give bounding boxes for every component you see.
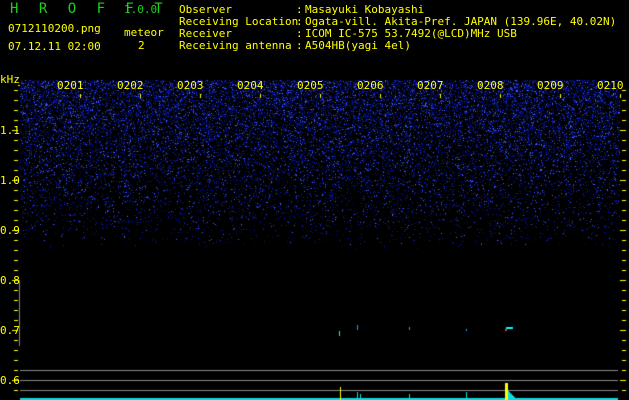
spectrogram (0, 0, 629, 400)
y-tick-label: 0.6 (0, 374, 20, 387)
info-value: A504HB(yagi 4el) (305, 39, 411, 52)
x-tick-label: 0203 (177, 79, 204, 92)
meteor-count: 2 (138, 39, 145, 52)
y-tick-label: 0.8 (0, 274, 20, 287)
y-axis-unit: kHz (0, 73, 20, 86)
info-colon: : (296, 39, 303, 52)
app-version: 1.0.0 (124, 3, 158, 16)
x-tick-label: 0209 (537, 79, 564, 92)
info-label: Receiving antenna (179, 39, 292, 52)
x-tick-label: 0204 (237, 79, 264, 92)
y-tick-label: 0.9 (0, 224, 20, 237)
meteor-label: meteor (124, 26, 164, 39)
x-tick-label: 0207 (417, 79, 444, 92)
y-tick-label: 1.1 (0, 124, 20, 137)
x-tick-label: 0202 (117, 79, 144, 92)
y-tick-label: 0.7 (0, 324, 20, 337)
y-tick-label: 1.0 (0, 174, 20, 187)
x-tick-label: 0205 (297, 79, 324, 92)
filename: 0712110200.png (8, 22, 101, 35)
x-tick-label: 0208 (477, 79, 504, 92)
hrofft-window: H R O F F T 1.0.0 0712110200.png 07.12.1… (0, 0, 629, 400)
datetime: 07.12.11 02:00 (8, 40, 101, 53)
x-tick-label: 0201 (57, 79, 84, 92)
x-tick-label: 0210 (597, 79, 624, 92)
x-tick-label: 0206 (357, 79, 384, 92)
